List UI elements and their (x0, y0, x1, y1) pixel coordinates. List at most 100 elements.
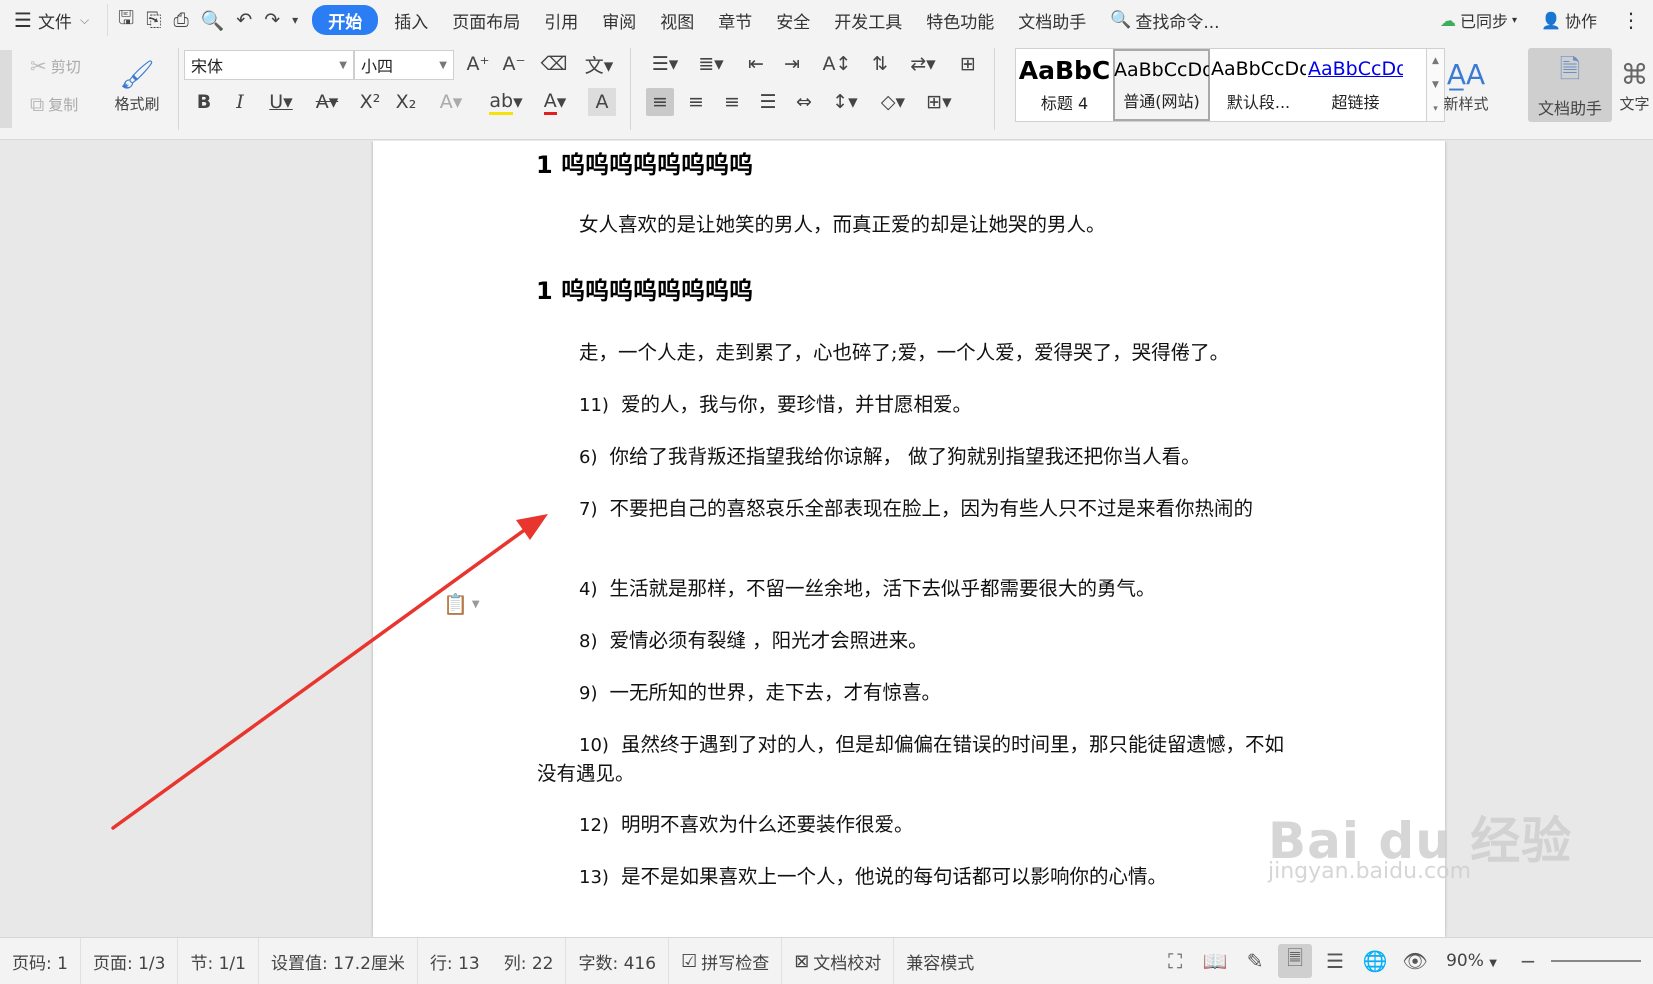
tab-references[interactable]: 引用 (532, 0, 590, 40)
page-view-icon[interactable]: 🗏 (1278, 944, 1313, 978)
collaborate-button[interactable]: 👤 协作 (1529, 0, 1609, 40)
strikethrough-icon[interactable]: A▾ (308, 88, 346, 116)
style-normal-web[interactable]: AaBbCcDd 普通(网站) (1113, 49, 1210, 121)
style-hyperlink[interactable]: AaBbCcDd 超链接 (1307, 49, 1404, 121)
text-tool-label: 文字 (1619, 95, 1650, 113)
superscript-icon[interactable]: X² (356, 88, 384, 116)
customize-dropdown-icon[interactable]: ▾ (292, 13, 298, 27)
sync-status[interactable]: ☁ 已同步 ▾ (1428, 0, 1529, 40)
font-color-icon[interactable]: A ▾ (536, 88, 574, 116)
numbered-list-icon[interactable]: ≣▾ (692, 50, 730, 78)
spell-check-button[interactable]: ☑ 拼写检查 (669, 937, 783, 984)
tab-home[interactable]: 开始 (312, 5, 379, 35)
print-preview-icon[interactable]: 🔍 (201, 9, 225, 32)
style-default-paragraph[interactable]: AaBbCcDd 默认段... (1210, 49, 1307, 121)
tab-doc-helper[interactable]: 文档助手 (1006, 0, 1098, 40)
align-left-icon[interactable]: ≡ (646, 88, 674, 116)
status-setting: 设置值: 17.2厘米 (259, 937, 418, 984)
tab-review[interactable]: 审阅 (590, 0, 648, 40)
spell-check-icon: ☑ (681, 950, 698, 972)
copy-button[interactable]: ⧉ 复制 (30, 90, 78, 118)
status-page[interactable]: 页面: 1/3 (81, 937, 179, 984)
tab-view[interactable]: 视图 (648, 0, 706, 40)
underline-icon[interactable]: U▾ (262, 88, 300, 116)
list-text: 爱的人，我与你，要珍惜，并甘愿相爱。 (620, 393, 972, 416)
command-search[interactable]: 🔍 查找命令... (1098, 0, 1231, 40)
shrink-font-icon[interactable]: A⁻ (500, 50, 528, 78)
status-col: 列: 22 (492, 937, 567, 984)
list-item: 6) 你给了我背叛还指望我给你谅解， 做了狗就别指望我还把你当人看。 (537, 443, 1297, 472)
format-paint-icon[interactable]: ⎘ (146, 9, 161, 31)
list-number: 7) (579, 499, 598, 520)
tab-security[interactable]: 安全 (764, 0, 822, 40)
style-heading-4[interactable]: AaBbC 标题 4 (1016, 49, 1113, 121)
web-view-icon[interactable]: 🌐 (1358, 944, 1392, 978)
zoom-level[interactable]: 90% ▼ (1438, 951, 1505, 971)
text-direction-icon[interactable]: A↕ (818, 50, 856, 78)
list-text: 是不是如果喜欢上一个人，他说的每句话都可以影响你的心情。 (620, 865, 1167, 888)
baidu-watermark: Bai du 经验 jingyan.baidu.com (1268, 801, 1572, 884)
new-style-icon: A̲A (1446, 58, 1486, 91)
shading-icon[interactable]: ◇▾ (874, 88, 912, 116)
bullet-list-icon[interactable]: ☰▾ (646, 50, 684, 78)
tab-developer[interactable]: 开发工具 (822, 0, 914, 40)
justify-icon[interactable]: ☰ (754, 88, 782, 116)
list-text: 生活就是那样，不留一丝余地，活下去似乎都需要很大的勇气。 (609, 577, 1156, 600)
cut-button[interactable]: ✂ 剪切 (30, 52, 81, 80)
doc-helper-button[interactable]: 🗎 文档助手 (1528, 48, 1612, 122)
hamburger-icon: ☰ (14, 8, 32, 32)
tab-features[interactable]: 特色功能 (914, 0, 1006, 40)
line-spacing-list-icon[interactable]: ⇄▾ (904, 50, 942, 78)
redo-icon[interactable]: ↷ (264, 9, 280, 31)
eraser-icon[interactable]: ⌫ (540, 50, 568, 78)
command-search-label: 查找命令... (1135, 12, 1220, 33)
subscript-icon[interactable]: X₂ (392, 88, 420, 116)
increase-indent-icon[interactable]: ⇥ (778, 50, 806, 78)
highlight-icon[interactable]: ab ▾ (484, 88, 528, 116)
format-painter-button[interactable]: 🖌 格式刷 (106, 50, 168, 122)
text-effect-icon[interactable]: A▾ (432, 88, 470, 116)
undo-icon[interactable]: ↶ (236, 9, 252, 31)
new-style-button[interactable]: A̲A 新样式 (1432, 50, 1500, 122)
font-name-select[interactable]: 宋体 ▼ (184, 50, 354, 80)
fullscreen-icon[interactable]: ⛶ (1158, 944, 1192, 978)
edit-mode-icon[interactable]: ✎ (1238, 944, 1272, 978)
read-mode-icon[interactable]: 📖 (1198, 944, 1232, 978)
zoom-out-icon[interactable]: − (1511, 944, 1545, 978)
font-size-select[interactable]: 小四 ▼ (354, 50, 454, 80)
tab-page-layout[interactable]: 页面布局 (440, 0, 532, 40)
zoom-slider[interactable] (1551, 960, 1641, 962)
align-right-icon[interactable]: ≡ (718, 88, 746, 116)
distribute-icon[interactable]: ⇔ (790, 88, 818, 116)
list-text: 爱情必须有裂缝 ，阳光才会照进来。 (609, 629, 928, 652)
file-menu[interactable]: ☰ 文件 ⌵ (0, 0, 101, 40)
outline-view-icon[interactable]: ☰ (1318, 944, 1352, 978)
sort-icon[interactable]: ⇅ (866, 50, 894, 78)
align-center-icon[interactable]: ≡ (682, 88, 710, 116)
status-word-count[interactable]: 字数: 416 (566, 937, 670, 984)
phonetic-guide-icon[interactable]: 文▾ (580, 50, 618, 78)
proof-icon: ⊠ (794, 950, 810, 972)
list-item: 13) 是不是如果喜欢上一个人，他说的每句话都可以影响你的心情。 (537, 863, 1297, 892)
italic-icon[interactable]: I (226, 88, 254, 116)
decrease-indent-icon[interactable]: ⇤ (742, 50, 770, 78)
paste-options[interactable]: 📋 ▼ (443, 592, 480, 616)
tab-section[interactable]: 章节 (706, 0, 764, 40)
text-tool-button[interactable]: ⌘ 文字 (1616, 50, 1653, 122)
save-icon[interactable]: 🖫 (118, 4, 134, 36)
list-text: 一无所知的世界，走下去，才有惊喜。 (609, 681, 941, 704)
doc-helper-label: 文档助手 (1537, 99, 1602, 118)
grow-font-icon[interactable]: A⁺ (464, 50, 492, 78)
bold-icon[interactable]: B (190, 88, 218, 116)
line-spacing-icon[interactable]: ↕▾ (826, 88, 864, 116)
char-shading-icon[interactable]: A (588, 88, 616, 116)
document-canvas[interactable]: 1 呜呜呜呜呜呜呜呜 女人喜欢的是让她笑的男人，而真正爱的却是让她哭的男人。 1… (0, 141, 1653, 937)
border-icon[interactable]: ⊞▾ (920, 88, 958, 116)
doc-proof-button[interactable]: ⊠ 文档校对 (782, 937, 895, 984)
ribbon-collapse-handle[interactable] (0, 50, 12, 128)
print-icon[interactable]: ⎙ (173, 9, 188, 31)
show-marks-icon[interactable]: ⊞ (954, 50, 982, 78)
eye-protect-icon[interactable]: 👁 (1398, 944, 1432, 978)
tab-insert[interactable]: 插入 (382, 0, 440, 40)
more-menu[interactable]: ⋮ (1609, 0, 1653, 40)
